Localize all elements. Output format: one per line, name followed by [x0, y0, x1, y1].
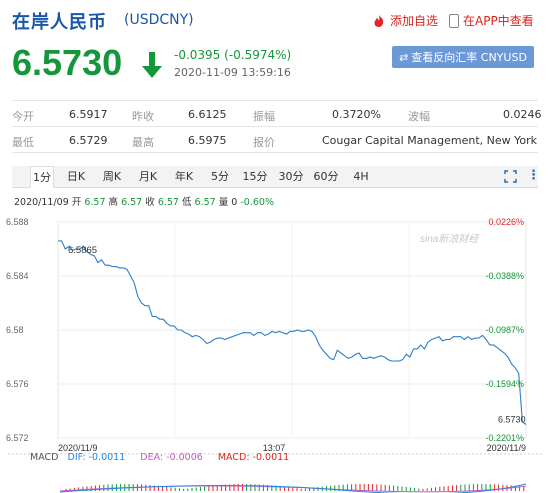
stat-label: 最高 [132, 136, 154, 149]
reverse-rate-label: 查看反向汇率 CNYUSD [411, 51, 527, 64]
tab-4h[interactable]: 4H [350, 166, 372, 188]
stats-row: 最低 6.5729 最高 6.5975 报价 Cougar Capital Ma… [12, 127, 538, 153]
quote-header: 在岸人民币 (USDCNY) 添加自选 在APP中查看 [12, 8, 538, 34]
stats-table: 今开 6.5917 昨收 6.6125 振幅 0.3720% 波幅 0.0246… [12, 100, 542, 153]
tab-5min[interactable]: 5分 [208, 166, 232, 188]
quote-time: 2020-11-09 13:59:16 [174, 66, 291, 79]
price-change: -0.0395 (-0.5974%) [174, 48, 292, 62]
volume-label: 量 [218, 197, 229, 208]
pct-change-value: -0.60% [240, 197, 274, 208]
ohlc-readout: 2020/11/09 开 6.57 高 6.57 收 6.57 低 6.57 量… [14, 194, 274, 208]
stat-label: 最低 [12, 136, 34, 149]
price-axis: 6.588 6.584 6.58 6.576 6.572 [6, 217, 29, 443]
macd-dea: DEA: -0.0006 [140, 452, 203, 463]
stat-value: 6.5917 [69, 108, 108, 121]
instrument-name: 在岸人民币 [12, 12, 107, 33]
macd-title: MACD [30, 452, 59, 463]
stat-label: 波幅 [408, 110, 430, 123]
stat-label: 报价 [253, 136, 275, 149]
y-tick-label: 6.576 [6, 379, 29, 389]
macd-histogram [59, 483, 527, 493]
period-tabs: 1分 日K 周K 月K 年K 5分 15分 30分 60分 4H ⋮ [12, 166, 540, 188]
y-tick-label: 6.58 [6, 325, 24, 335]
add-favorite-label: 添加自选 [390, 14, 439, 28]
stat-value: 6.6125 [188, 108, 227, 121]
x-tick-label: 2020/11/9 [487, 443, 526, 453]
stat-label: 今开 [12, 110, 34, 123]
tab-15min[interactable]: 15分 [242, 166, 268, 188]
percent-tick-label: -0.1594% [485, 379, 524, 389]
tab-daily[interactable]: 日K [64, 166, 88, 188]
fullscreen-icon[interactable] [504, 170, 517, 183]
stat-label: 振幅 [253, 110, 275, 123]
tab-30min[interactable]: 30分 [278, 166, 304, 188]
percent-axis: 0.0226% -0.0388% -0.0987% -0.1594% -0.2201% [485, 217, 524, 443]
y-tick-label: 6.572 [6, 433, 29, 443]
high-label: 高 [108, 197, 119, 208]
high-annotation: 6.5865 [68, 245, 97, 256]
tab-1min[interactable]: 1分 [30, 166, 54, 188]
y-tick-label: 6.588 [6, 217, 29, 227]
open-value: 6.57 [84, 197, 106, 208]
last-price-annotation: 6.5730 [498, 415, 526, 425]
ohlc-date: 2020/11/09 [14, 197, 69, 208]
down-arrow-icon [142, 52, 162, 78]
close-label: 收 [145, 197, 155, 208]
stat-value: 0.0246 [503, 108, 542, 121]
tab-yearly[interactable]: 年K [172, 166, 196, 188]
percent-tick-label: -0.2201% [485, 433, 524, 443]
reverse-rate-button[interactable]: ⇄ 查看反向汇率 CNYUSD [392, 46, 534, 68]
current-price: 6.5730 [12, 42, 123, 83]
view-in-app-label: 在APP中查看 [463, 14, 534, 28]
macd-readout: MACD DIF: -0.0011 DEA: -0.0006 MACD: -0.… [30, 452, 289, 463]
tab-weekly[interactable]: 周K [100, 166, 124, 188]
intraday-chart[interactable]: 6.588 6.584 6.58 6.576 6.572 0.0226% -0.0388%… [0, 210, 550, 493]
percent-tick-label: -0.0987% [485, 325, 524, 335]
phone-icon [449, 13, 459, 28]
close-value: 6.57 [157, 197, 179, 208]
percent-tick-label: 0.0226% [488, 217, 524, 227]
volume-value: 0 [231, 197, 238, 208]
view-in-app-button[interactable]: 在APP中查看 [449, 12, 534, 29]
instrument-code: (USDCNY) [124, 12, 194, 28]
macd-value: MACD: -0.0011 [217, 452, 290, 463]
sina-watermark: sina新浪财经 [420, 233, 479, 245]
y-tick-label: 6.584 [6, 271, 29, 281]
swap-icon: ⇄ [399, 50, 409, 64]
open-label: 开 [71, 197, 82, 208]
add-favorite-button[interactable]: 添加自选 [372, 12, 438, 29]
stat-value: 6.5975 [188, 134, 227, 147]
percent-tick-label: -0.0388% [485, 271, 524, 281]
low-label: 低 [182, 197, 192, 208]
tab-60min[interactable]: 60分 [313, 166, 339, 188]
more-options-icon[interactable]: ⋮ [527, 169, 540, 183]
stat-value: 0.3720% [332, 108, 381, 121]
stat-label: 昨收 [132, 110, 154, 123]
low-value: 6.57 [194, 197, 216, 208]
tab-monthly[interactable]: 月K [136, 166, 160, 188]
high-value: 6.57 [121, 197, 143, 208]
flame-icon [374, 14, 384, 27]
stat-value: 6.5729 [69, 134, 108, 147]
stat-value: Cougar Capital Management, New York [322, 134, 538, 147]
macd-dif: DIF: -0.0011 [67, 452, 126, 463]
stats-row: 今开 6.5917 昨收 6.6125 振幅 0.3720% 波幅 0.0246 [12, 101, 542, 127]
